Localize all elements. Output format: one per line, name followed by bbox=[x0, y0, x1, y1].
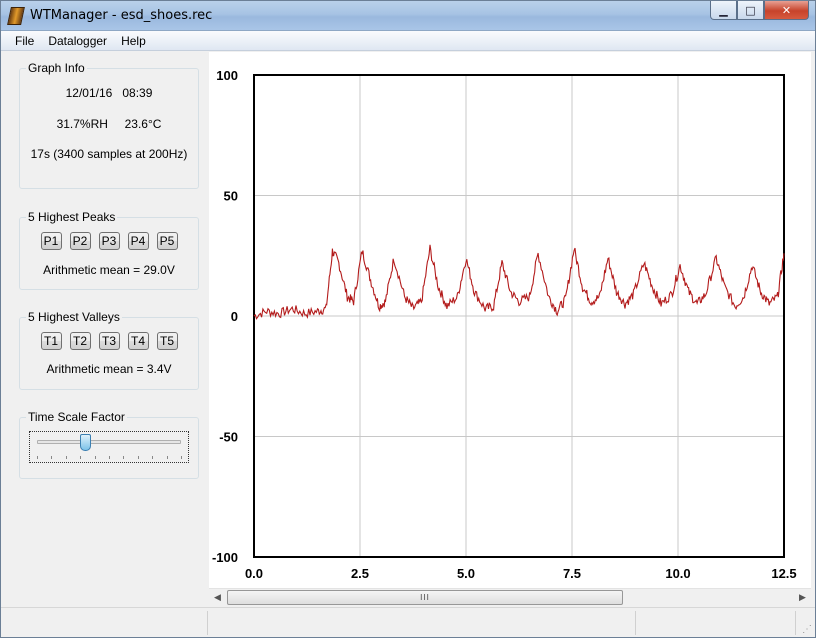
peak-button-p4[interactable]: P4 bbox=[127, 232, 149, 250]
x-tick-label: 2.5 bbox=[351, 566, 369, 581]
y-tick-label: 100 bbox=[216, 68, 238, 83]
minimize-icon: ▁ bbox=[719, 3, 728, 17]
x-tick-label: 5.0 bbox=[457, 566, 475, 581]
scroll-thumb[interactable]: III bbox=[227, 590, 623, 605]
valleys-group: 5 Highest Valleys T1 T2 T3 T4 T5 Arithme… bbox=[19, 310, 199, 390]
close-icon: ✕ bbox=[781, 3, 792, 17]
menu-help[interactable]: Help bbox=[114, 34, 153, 48]
scroll-left-arrow-icon[interactable]: ◀ bbox=[209, 589, 226, 606]
x-tick-label: 12.5 bbox=[771, 566, 796, 581]
peak-buttons: P1 P2 P3 P4 P5 bbox=[20, 232, 198, 250]
slider-tick bbox=[181, 456, 182, 459]
peaks-group: 5 Highest Peaks P1 P2 P3 P4 P5 Arithmeti… bbox=[19, 210, 199, 290]
valley-buttons: T1 T2 T3 T4 T5 bbox=[20, 332, 198, 350]
valleys-title: 5 Highest Valleys bbox=[26, 310, 122, 324]
y-tick-label: 50 bbox=[224, 189, 238, 204]
valley-button-t5[interactable]: T5 bbox=[156, 332, 178, 350]
peak-button-p1[interactable]: P1 bbox=[40, 232, 62, 250]
slider-thumb[interactable] bbox=[79, 434, 91, 451]
close-button[interactable]: ✕ bbox=[764, 1, 809, 20]
x-tick-label: 7.5 bbox=[563, 566, 581, 581]
slider-tick bbox=[65, 456, 67, 459]
graph-info-group: Graph Info 12/01/16 08:39 31.7%RH 23.6°C… bbox=[19, 61, 199, 189]
peak-button-p3[interactable]: P3 bbox=[98, 232, 120, 250]
peaks-title: 5 Highest Peaks bbox=[26, 210, 118, 224]
title-bar[interactable]: WTManager - esd_shoes.rec ▁ □ ✕ bbox=[1, 1, 815, 31]
status-segment bbox=[636, 611, 796, 635]
horizontal-scrollbar[interactable]: ◀ III ▶ bbox=[209, 588, 811, 605]
status-bar: ⋰ bbox=[1, 607, 815, 637]
scroll-grip: III bbox=[420, 593, 430, 602]
date-time-line: 12/01/16 08:39 bbox=[20, 86, 198, 100]
status-segment bbox=[208, 611, 636, 635]
slider-tick bbox=[51, 456, 53, 459]
peak-button-p2[interactable]: P2 bbox=[69, 232, 91, 250]
peaks-mean: Arithmetic mean = 29.0V bbox=[43, 263, 175, 277]
temperature-value: 23.6°C bbox=[124, 117, 162, 131]
slider-tick bbox=[80, 456, 82, 459]
menu-bar: File Datalogger Help bbox=[1, 31, 815, 51]
menu-file[interactable]: File bbox=[1, 34, 41, 48]
status-segment bbox=[1, 611, 208, 635]
time-scale-title: Time Scale Factor bbox=[26, 410, 127, 424]
slider-tick bbox=[152, 456, 154, 459]
graph-info-title: Graph Info bbox=[26, 61, 87, 75]
valley-button-t4[interactable]: T4 bbox=[127, 332, 149, 350]
resize-grip-icon[interactable]: ⋰ bbox=[802, 624, 812, 635]
app-logo-icon bbox=[7, 7, 25, 25]
maximize-button[interactable]: □ bbox=[737, 1, 764, 20]
y-tick-label: -50 bbox=[219, 430, 238, 445]
slider-tick bbox=[37, 456, 38, 459]
window-controls: ▁ □ ✕ bbox=[710, 1, 809, 21]
record-time: 08:39 bbox=[122, 86, 153, 100]
peak-button-p5[interactable]: P5 bbox=[156, 232, 178, 250]
y-tick-label: 0 bbox=[231, 309, 238, 324]
slider-track bbox=[37, 440, 181, 444]
slider-tick bbox=[166, 456, 168, 459]
x-tick-label: 10.0 bbox=[665, 566, 690, 581]
valley-button-t2[interactable]: T2 bbox=[69, 332, 91, 350]
menu-datalogger[interactable]: Datalogger bbox=[41, 34, 114, 48]
app-window: WTManager - esd_shoes.rec ▁ □ ✕ File Dat… bbox=[0, 0, 816, 638]
slider-tick bbox=[137, 456, 139, 459]
minimize-button[interactable]: ▁ bbox=[710, 1, 737, 20]
chart-panel: 0.0 2.5 5.0 7.5 10.0 12.5 100 50 0 -50 -100 bbox=[209, 52, 811, 588]
duration-value: 17s (3400 samples at 200Hz) bbox=[30, 147, 188, 161]
valleys-mean: Arithmetic mean = 3.4V bbox=[46, 362, 172, 376]
slider-tick bbox=[109, 456, 110, 459]
climate-line: 31.7%RH 23.6°C bbox=[20, 117, 198, 131]
voltage-chart: 0.0 2.5 5.0 7.5 10.0 12.5 100 50 0 -50 -100 bbox=[212, 68, 797, 581]
valley-button-t3[interactable]: T3 bbox=[98, 332, 120, 350]
y-tick-label: -100 bbox=[212, 550, 238, 565]
scroll-right-arrow-icon[interactable]: ▶ bbox=[794, 589, 811, 606]
time-scale-slider[interactable] bbox=[29, 431, 189, 463]
voltage-trace bbox=[253, 244, 785, 320]
valley-button-t1[interactable]: T1 bbox=[40, 332, 62, 350]
x-tick-label: 0.0 bbox=[245, 566, 263, 581]
slider-tick bbox=[123, 456, 125, 459]
maximize-icon: □ bbox=[745, 3, 756, 17]
slider-tick bbox=[94, 456, 96, 459]
time-scale-group: Time Scale Factor bbox=[19, 410, 199, 479]
record-date: 12/01/16 bbox=[65, 86, 113, 100]
humidity-value: 31.7%RH bbox=[56, 117, 108, 131]
window-title: WTManager - esd_shoes.rec bbox=[30, 8, 213, 23]
